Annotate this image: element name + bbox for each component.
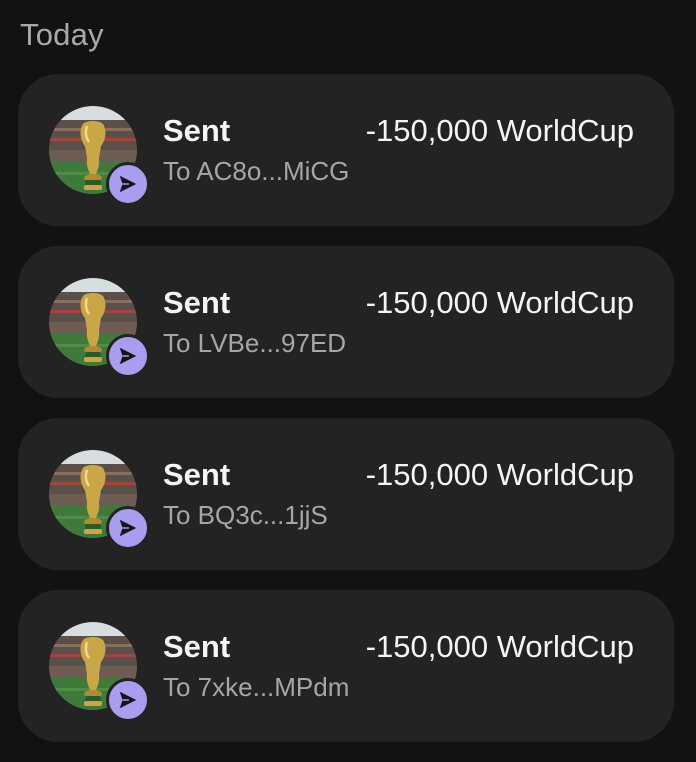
transaction-item[interactable]: Sent -150,000 WorldCup To BQ3c...1jjS: [18, 418, 674, 570]
transaction-type: Sent: [163, 457, 231, 492]
send-arrow-icon: [106, 506, 150, 550]
transaction-recipient: To BQ3c...1jjS: [163, 500, 328, 530]
section-title-today: Today: [20, 17, 104, 52]
transaction-item[interactable]: Sent -150,000 WorldCup To LVBe...97ED: [18, 246, 674, 398]
transaction-list: Sent -150,000 WorldCup To AC8o...MiCG Se…: [18, 74, 674, 762]
send-arrow-icon: [106, 678, 150, 722]
transaction-recipient: To 7xke...MPdm: [163, 672, 350, 702]
transaction-item[interactable]: Sent -150,000 WorldCup To AC8o...MiCG: [18, 74, 674, 226]
transaction-recipient: To LVBe...97ED: [163, 328, 347, 358]
send-arrow-icon: [106, 334, 150, 378]
transaction-recipient: To AC8o...MiCG: [163, 156, 350, 186]
transaction-amount: -150,000 WorldCup: [365, 457, 634, 492]
transaction-amount: -150,000 WorldCup: [365, 113, 634, 148]
transaction-item[interactable]: Sent -150,000 WorldCup To 7xke...MPdm: [18, 590, 674, 742]
send-arrow-icon: [106, 162, 150, 206]
transaction-amount: -150,000 WorldCup: [365, 285, 634, 320]
transaction-amount: -150,000 WorldCup: [365, 629, 634, 664]
transaction-type: Sent: [163, 629, 231, 664]
transaction-type: Sent: [163, 113, 231, 148]
transaction-type: Sent: [163, 285, 231, 320]
